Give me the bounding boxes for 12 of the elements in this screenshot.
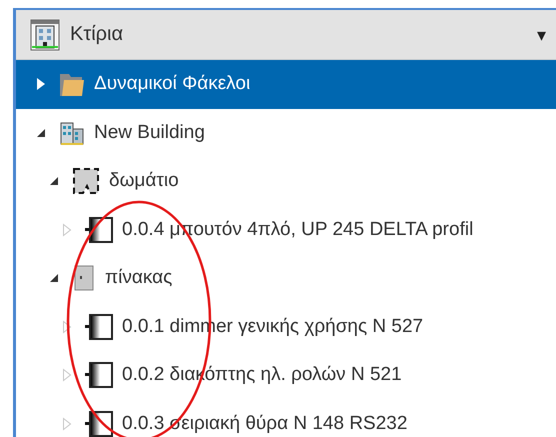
tree-item[interactable]: πίνακας (16, 254, 556, 302)
tree-item[interactable]: Δυναμικοί Φάκελοι (16, 60, 556, 108)
dropdown-button[interactable]: ▾ (537, 24, 546, 46)
device-icon (84, 312, 114, 342)
building-icon (30, 18, 60, 50)
device-icon (84, 360, 114, 390)
room-icon (71, 166, 101, 196)
expand-arrow-icon[interactable] (60, 320, 74, 334)
panel-title: Κτίρια (70, 23, 124, 46)
tree-item[interactable]: δωμάτιο (16, 157, 556, 206)
tree-item[interactable]: New Building (16, 108, 556, 157)
device-icon (84, 214, 114, 245)
